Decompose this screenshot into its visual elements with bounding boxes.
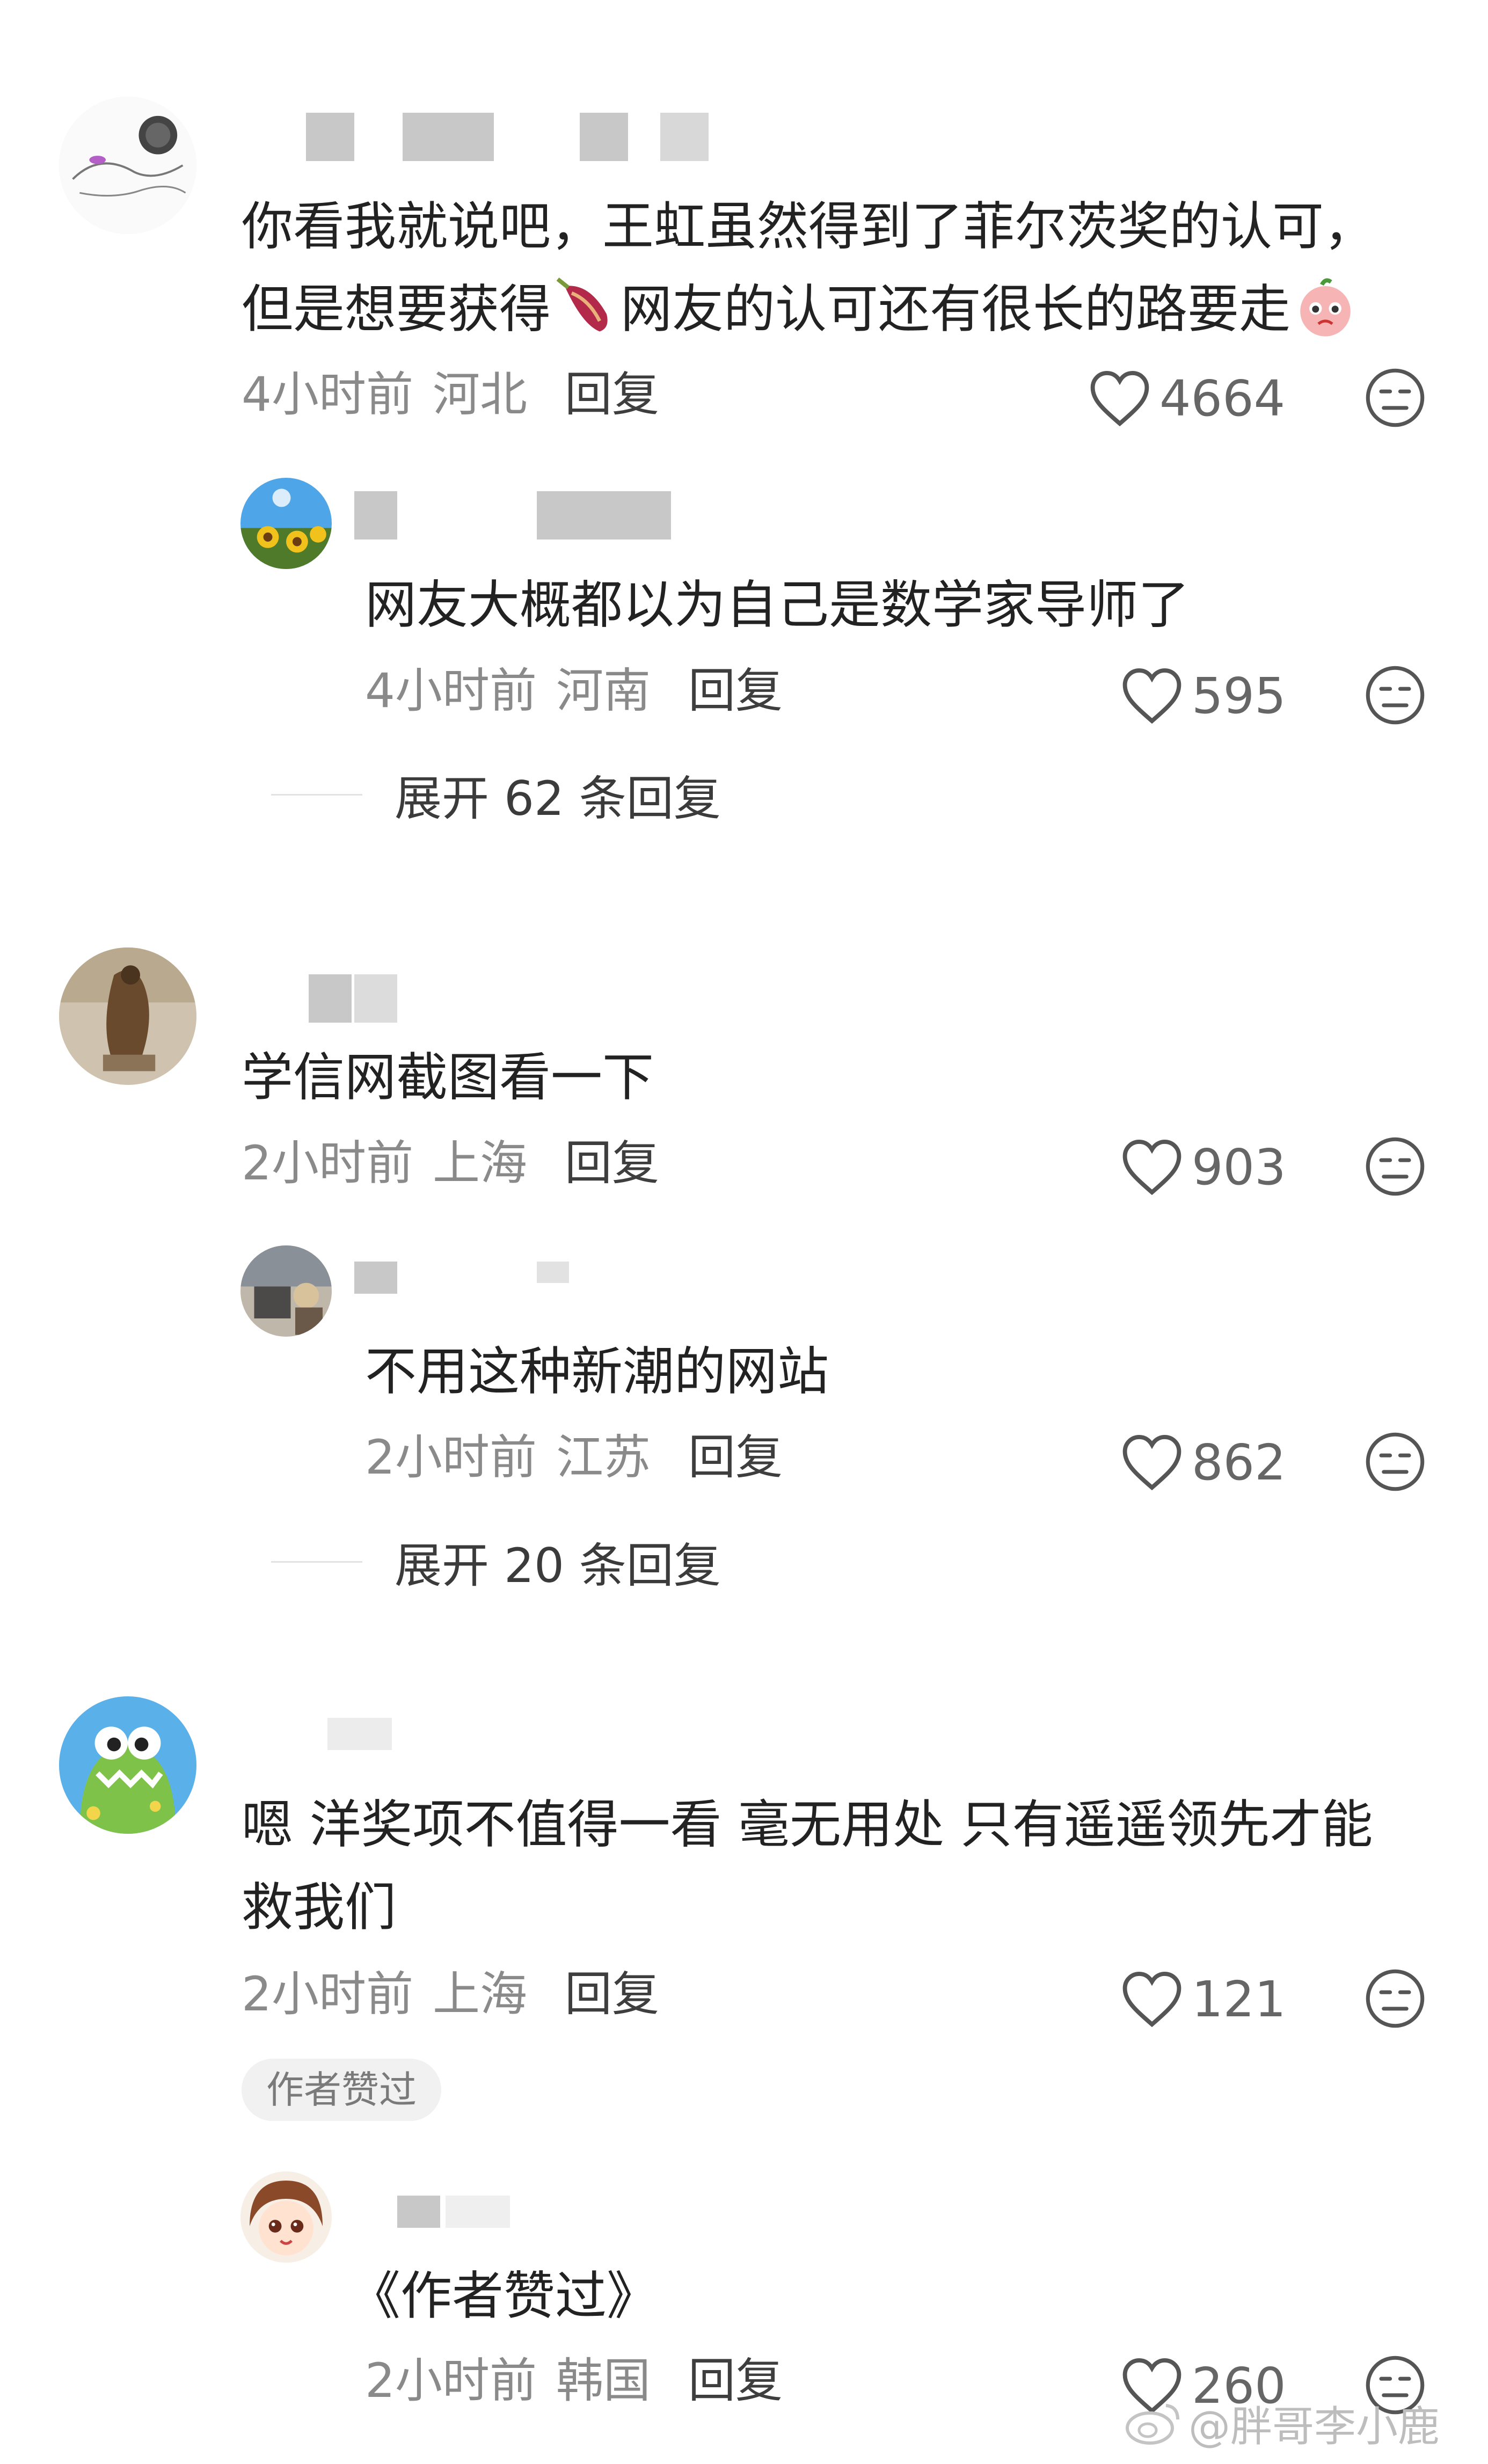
- comment-text-fragment: 网友的认可还有很长的路要走: [621, 279, 1290, 339]
- username-blurred[interactable]: [354, 491, 676, 540]
- reply-button[interactable]: 回复: [688, 1430, 783, 1485]
- like-button[interactable]: 595: [1122, 664, 1286, 728]
- comment-text-line: 救我们: [242, 1877, 396, 1937]
- sketch-avatar[interactable]: [59, 97, 196, 234]
- comment-text-fragment: 但是想要获得: [242, 279, 551, 339]
- like-count: 903: [1192, 1138, 1286, 1196]
- heart-icon: [1122, 1435, 1181, 1490]
- comment-text-line: 你看我就说吧，王虹虽然得到了菲尔茨奖的认可，: [242, 196, 1375, 257]
- comment-text-line: 但是想要获得 网友的认可还有很长的路要走: [242, 268, 1449, 351]
- like-button[interactable]: 862: [1122, 1430, 1286, 1495]
- username-blurred[interactable]: [242, 113, 778, 161]
- weibo-logo-icon: [1125, 2404, 1179, 2445]
- comment-time: 2小时前: [242, 1966, 413, 2022]
- reply-button[interactable]: 回复: [565, 1966, 659, 2022]
- dislike-face-icon[interactable]: [1363, 1430, 1427, 1493]
- like-count: 4664: [1159, 369, 1286, 427]
- comment-meta: 4小时前 河北 回复: [242, 365, 659, 424]
- comment-location: 河北: [433, 367, 528, 422]
- divider: [271, 793, 362, 796]
- heart-icon: [1122, 1972, 1181, 2027]
- username-blurred[interactable]: [354, 2196, 569, 2244]
- reply-button[interactable]: 回复: [565, 367, 659, 422]
- dinosaur-avatar[interactable]: [59, 1696, 196, 1834]
- dislike-face-icon[interactable]: [1363, 1967, 1427, 2030]
- reply-text: 不用这种新潮的网站: [365, 1342, 829, 1402]
- comment-meta: 2小时前 上海 回复: [242, 1965, 659, 2024]
- like-button[interactable]: 4664: [1090, 366, 1285, 431]
- sunflower-avatar[interactable]: [240, 478, 332, 569]
- reply-button[interactable]: 回复: [565, 1135, 659, 1191]
- username-blurred[interactable]: [354, 1262, 676, 1310]
- reply-location: 河南: [556, 663, 651, 718]
- crying-peach-emoji-icon: [1290, 272, 1360, 342]
- username-blurred[interactable]: [242, 974, 456, 1023]
- username-blurred[interactable]: [242, 1718, 413, 1766]
- dislike-face-icon[interactable]: [1363, 1135, 1427, 1198]
- comment-text: 嗯 洋奖项不值得一看 毫无用处 只有遥遥领先才能 救我们: [242, 1783, 1449, 1949]
- like-button[interactable]: 903: [1122, 1135, 1286, 1199]
- statue-avatar[interactable]: [59, 947, 196, 1085]
- sweet-potato-emoji-icon: [551, 272, 621, 342]
- like-count: 595: [1192, 667, 1286, 725]
- expand-replies-button[interactable]: 展开 20 条回复: [271, 1532, 721, 1593]
- comment-time: 4小时前: [242, 367, 413, 422]
- like-button[interactable]: 121: [1122, 1967, 1286, 2031]
- comment-time: 2小时前: [242, 1135, 413, 1191]
- reply-meta: 2小时前 韩国 回复: [365, 2351, 783, 2410]
- like-count: 121: [1192, 1970, 1286, 2028]
- watermark: @胖哥李小鹿: [1124, 2393, 1440, 2453]
- reply-text: 《作者赞过》: [349, 2266, 658, 2326]
- comment-location: 上海: [433, 1966, 528, 2022]
- heart-icon: [1122, 668, 1181, 724]
- comment-text: 你看我就说吧，王虹虽然得到了菲尔茨奖的认可， 但是想要获得 网友的认可还有很长的路…: [242, 185, 1449, 351]
- like-count: 862: [1192, 1433, 1286, 1491]
- reply-meta: 4小时前 河南 回复: [365, 661, 783, 720]
- comment-meta: 2小时前 上海 回复: [242, 1134, 659, 1193]
- comment-text: 学信网截图看一下: [242, 1047, 654, 1107]
- reply-location: 江苏: [556, 1430, 651, 1485]
- author-liked-badge: 作者赞过: [242, 2059, 441, 2121]
- dislike-face-icon[interactable]: [1363, 664, 1427, 727]
- expand-replies-button[interactable]: 展开 62 条回复: [271, 765, 721, 826]
- comment-location: 上海: [433, 1135, 528, 1191]
- divider: [271, 1561, 362, 1563]
- reply-button[interactable]: 回复: [688, 2353, 783, 2408]
- expand-replies-label: 展开 20 条回复: [395, 1537, 721, 1593]
- expand-replies-label: 展开 62 条回复: [395, 770, 721, 826]
- reply-time: 2小时前: [365, 2353, 537, 2408]
- reply-location: 韩国: [556, 2353, 651, 2408]
- reply-button[interactable]: 回复: [688, 663, 783, 718]
- reply-text: 网友大概都以为自己是数学家导师了: [365, 575, 1190, 635]
- reply-time: 4小时前: [365, 663, 537, 718]
- heart-icon: [1090, 371, 1149, 426]
- room-photo-avatar[interactable]: [240, 1245, 332, 1337]
- comment-text-line: 嗯 洋奖项不值得一看 毫无用处 只有遥遥领先才能: [242, 1795, 1373, 1855]
- comment-thread: 你看我就说吧，王虹虽然得到了菲尔茨奖的认可， 但是想要获得 网友的认可还有很长的路…: [0, 0, 1488, 2464]
- anime-girl-avatar[interactable]: [240, 2171, 332, 2263]
- dislike-face-icon[interactable]: [1363, 366, 1427, 429]
- reply-meta: 2小时前 江苏 回复: [365, 1428, 783, 1487]
- reply-time: 2小时前: [365, 1430, 537, 1485]
- watermark-text: @胖哥李小鹿: [1188, 2403, 1440, 2451]
- heart-icon: [1122, 1140, 1181, 1195]
